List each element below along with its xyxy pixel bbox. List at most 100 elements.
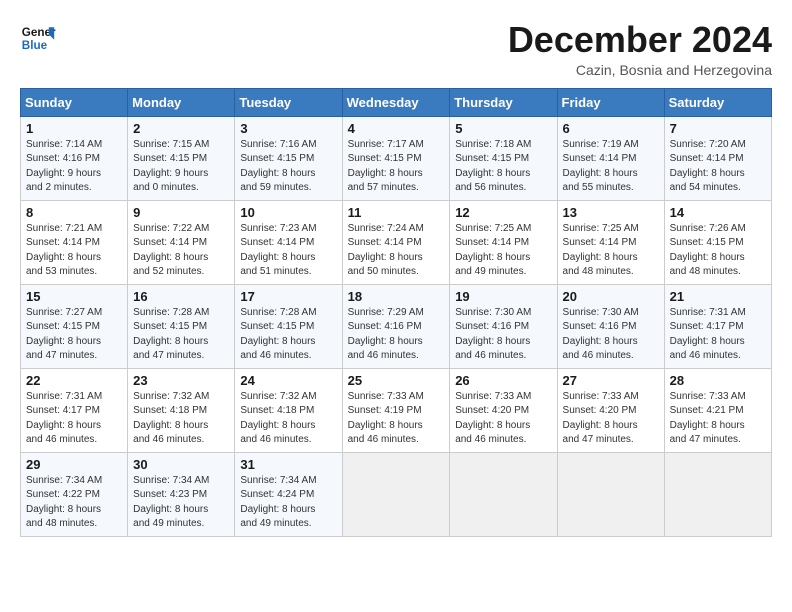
day-info: Sunrise: 7:31 AMSunset: 4:17 PMDaylight:… <box>670 306 766 364</box>
calendar-cell: 30 Sunrise: 7:34 AMSunset: 4:23 PMDayligh… <box>128 452 235 536</box>
day-number: 8 <box>26 205 122 220</box>
calendar-cell: 17 Sunrise: 7:28 AMSunset: 4:15 PMDayligh… <box>235 284 342 368</box>
calendar-cell: 24 Sunrise: 7:32 AMSunset: 4:18 PMDayligh… <box>235 368 342 452</box>
day-number: 19 <box>455 289 551 304</box>
day-info: Sunrise: 7:26 AMSunset: 4:15 PMDaylight:… <box>670 222 766 280</box>
day-info: Sunrise: 7:14 AMSunset: 4:16 PMDaylight:… <box>26 138 122 196</box>
calendar-cell: 28Sunrise: 7:33 AMSunset: 4:21 PMDayligh… <box>664 368 771 452</box>
calendar-cell: 8 Sunrise: 7:21 AMSunset: 4:14 PMDaylight… <box>21 200 128 284</box>
day-number: 17 <box>240 289 336 304</box>
day-info: Sunrise: 7:34 AMSunset: 4:23 PMDaylight:… <box>133 474 229 532</box>
day-info: Sunrise: 7:28 AMSunset: 4:15 PMDaylight:… <box>133 306 229 364</box>
calendar-cell: 20Sunrise: 7:30 AMSunset: 4:16 PMDayligh… <box>557 284 664 368</box>
day-info: Sunrise: 7:30 AMSunset: 4:16 PMDaylight:… <box>563 306 659 364</box>
calendar-cell: 22 Sunrise: 7:31 AMSunset: 4:17 PMDayligh… <box>21 368 128 452</box>
day-number: 2 <box>133 121 229 136</box>
day-number: 22 <box>26 373 122 388</box>
calendar-week-row: 8 Sunrise: 7:21 AMSunset: 4:14 PMDaylight… <box>21 200 772 284</box>
calendar-cell: 6 Sunrise: 7:19 AMSunset: 4:14 PMDaylight… <box>557 116 664 200</box>
day-number: 24 <box>240 373 336 388</box>
calendar-cell: 23Sunrise: 7:32 AMSunset: 4:18 PMDayligh… <box>128 368 235 452</box>
day-info: Sunrise: 7:32 AMSunset: 4:18 PMDaylight:… <box>240 390 336 448</box>
day-info: Sunrise: 7:22 AMSunset: 4:14 PMDaylight:… <box>133 222 229 280</box>
day-number: 23 <box>133 373 229 388</box>
day-number: 30 <box>133 457 229 472</box>
logo-icon: General Blue <box>20 20 56 56</box>
calendar-cell: 13 Sunrise: 7:25 AMSunset: 4:14 PMDayligh… <box>557 200 664 284</box>
day-number: 21 <box>670 289 766 304</box>
calendar-cell: 16 Sunrise: 7:28 AMSunset: 4:15 PMDayligh… <box>128 284 235 368</box>
col-header-monday: Monday <box>128 88 235 116</box>
calendar-cell <box>664 452 771 536</box>
col-header-thursday: Thursday <box>450 88 557 116</box>
calendar-cell <box>342 452 450 536</box>
day-info: Sunrise: 7:21 AMSunset: 4:14 PMDaylight:… <box>26 222 122 280</box>
day-info: Sunrise: 7:25 AMSunset: 4:14 PMDaylight:… <box>563 222 659 280</box>
day-info: Sunrise: 7:27 AMSunset: 4:15 PMDaylight:… <box>26 306 122 364</box>
day-number: 10 <box>240 205 336 220</box>
calendar-week-row: 1 Sunrise: 7:14 AMSunset: 4:16 PMDaylight… <box>21 116 772 200</box>
calendar-week-row: 22 Sunrise: 7:31 AMSunset: 4:17 PMDayligh… <box>21 368 772 452</box>
day-number: 16 <box>133 289 229 304</box>
calendar-cell: 4 Sunrise: 7:17 AMSunset: 4:15 PMDaylight… <box>342 116 450 200</box>
day-number: 27 <box>563 373 659 388</box>
day-info: Sunrise: 7:23 AMSunset: 4:14 PMDaylight:… <box>240 222 336 280</box>
calendar-cell: 25Sunrise: 7:33 AMSunset: 4:19 PMDayligh… <box>342 368 450 452</box>
calendar-cell: 31Sunrise: 7:34 AMSunset: 4:24 PMDayligh… <box>235 452 342 536</box>
day-info: Sunrise: 7:33 AMSunset: 4:20 PMDaylight:… <box>563 390 659 448</box>
day-info: Sunrise: 7:19 AMSunset: 4:14 PMDaylight:… <box>563 138 659 196</box>
day-info: Sunrise: 7:30 AMSunset: 4:16 PMDaylight:… <box>455 306 551 364</box>
calendar-cell: 19 Sunrise: 7:30 AMSunset: 4:16 PMDayligh… <box>450 284 557 368</box>
calendar-cell: 3 Sunrise: 7:16 AMSunset: 4:15 PMDaylight… <box>235 116 342 200</box>
day-number: 26 <box>455 373 551 388</box>
calendar-cell: 5 Sunrise: 7:18 AMSunset: 4:15 PMDaylight… <box>450 116 557 200</box>
calendar-header-row: SundayMondayTuesdayWednesdayThursdayFrid… <box>21 88 772 116</box>
calendar-cell: 18Sunrise: 7:29 AMSunset: 4:16 PMDayligh… <box>342 284 450 368</box>
calendar-cell: 15 Sunrise: 7:27 AMSunset: 4:15 PMDayligh… <box>21 284 128 368</box>
logo: General Blue <box>20 20 60 56</box>
calendar-cell: 27 Sunrise: 7:33 AMSunset: 4:20 PMDayligh… <box>557 368 664 452</box>
day-number: 4 <box>348 121 445 136</box>
day-info: Sunrise: 7:17 AMSunset: 4:15 PMDaylight:… <box>348 138 445 196</box>
calendar-cell: 1 Sunrise: 7:14 AMSunset: 4:16 PMDaylight… <box>21 116 128 200</box>
day-number: 11 <box>348 205 445 220</box>
col-header-friday: Friday <box>557 88 664 116</box>
calendar-week-row: 15 Sunrise: 7:27 AMSunset: 4:15 PMDayligh… <box>21 284 772 368</box>
calendar-cell: 10 Sunrise: 7:23 AMSunset: 4:14 PMDayligh… <box>235 200 342 284</box>
month-title: December 2024 <box>508 20 772 60</box>
day-number: 5 <box>455 121 551 136</box>
day-number: 6 <box>563 121 659 136</box>
day-info: Sunrise: 7:33 AMSunset: 4:20 PMDaylight:… <box>455 390 551 448</box>
calendar-cell: 7Sunrise: 7:20 AMSunset: 4:14 PMDaylight… <box>664 116 771 200</box>
col-header-saturday: Saturday <box>664 88 771 116</box>
day-number: 31 <box>240 457 336 472</box>
col-header-sunday: Sunday <box>21 88 128 116</box>
day-number: 13 <box>563 205 659 220</box>
calendar-cell: 29Sunrise: 7:34 AMSunset: 4:22 PMDayligh… <box>21 452 128 536</box>
header: General Blue December 2024 Cazin, Bosnia… <box>20 20 772 78</box>
calendar-cell: 2Sunrise: 7:15 AMSunset: 4:15 PMDaylight… <box>128 116 235 200</box>
day-info: Sunrise: 7:18 AMSunset: 4:15 PMDaylight:… <box>455 138 551 196</box>
location: Cazin, Bosnia and Herzegovina <box>508 62 772 78</box>
day-number: 29 <box>26 457 122 472</box>
calendar-cell: 26 Sunrise: 7:33 AMSunset: 4:20 PMDayligh… <box>450 368 557 452</box>
col-header-wednesday: Wednesday <box>342 88 450 116</box>
day-number: 9 <box>133 205 229 220</box>
svg-text:Blue: Blue <box>22 39 48 52</box>
day-info: Sunrise: 7:16 AMSunset: 4:15 PMDaylight:… <box>240 138 336 196</box>
calendar-cell: 21 Sunrise: 7:31 AMSunset: 4:17 PMDayligh… <box>664 284 771 368</box>
col-header-tuesday: Tuesday <box>235 88 342 116</box>
calendar-cell: 14 Sunrise: 7:26 AMSunset: 4:15 PMDayligh… <box>664 200 771 284</box>
calendar-table: SundayMondayTuesdayWednesdayThursdayFrid… <box>20 88 772 537</box>
day-number: 28 <box>670 373 766 388</box>
day-info: Sunrise: 7:31 AMSunset: 4:17 PMDaylight:… <box>26 390 122 448</box>
day-number: 3 <box>240 121 336 136</box>
calendar-cell: 11Sunrise: 7:24 AMSunset: 4:14 PMDayligh… <box>342 200 450 284</box>
day-number: 25 <box>348 373 445 388</box>
day-number: 1 <box>26 121 122 136</box>
day-number: 15 <box>26 289 122 304</box>
day-number: 12 <box>455 205 551 220</box>
day-info: Sunrise: 7:28 AMSunset: 4:15 PMDaylight:… <box>240 306 336 364</box>
calendar-cell <box>450 452 557 536</box>
day-number: 14 <box>670 205 766 220</box>
